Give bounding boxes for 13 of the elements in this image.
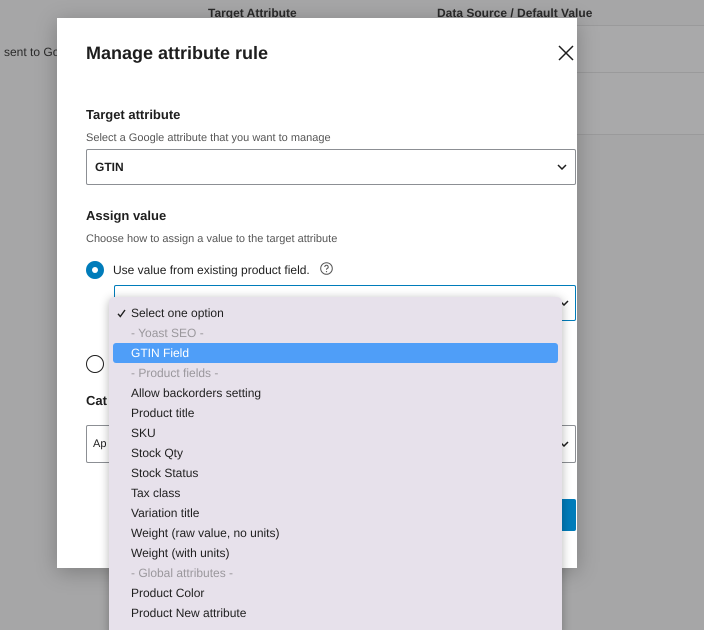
column-header: Target Attribute: [208, 4, 298, 22]
field-label: Cat: [86, 393, 107, 409]
field-label: Target attribute: [86, 107, 182, 123]
dialog-title: Manage attribute rule: [86, 42, 268, 65]
field-label: Assign value: [86, 208, 168, 224]
help-text: Choose how to assign a value to the target attribute: [86, 232, 338, 246]
option-group-label: - Product fields -: [130, 365, 220, 382]
radio-label: Use value from existing product field.: [113, 262, 310, 279]
help-text: Select a Google attribute that you want to manage: [86, 131, 332, 145]
option-group-label: - Yoast SEO -: [130, 325, 205, 342]
option-group-label: - Global attributes -: [130, 565, 234, 582]
column-header: Data Source / Default Value: [437, 4, 592, 22]
select-value: Ap: [93, 436, 106, 452]
